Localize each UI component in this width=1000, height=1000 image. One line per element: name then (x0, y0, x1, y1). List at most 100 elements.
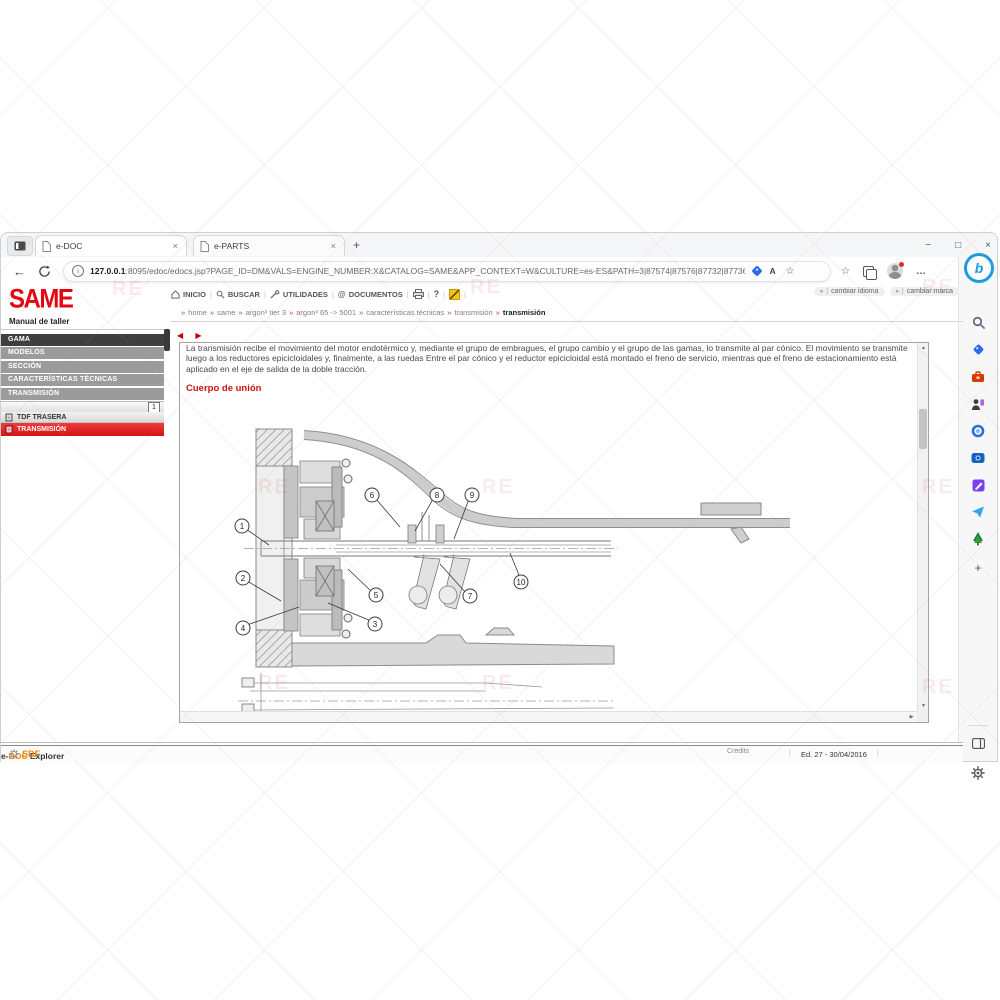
sidebar-tree-icon[interactable] (970, 531, 986, 547)
vertical-scrollbar[interactable]: ▲ ▼ (917, 343, 928, 711)
sidebar-item-seccion[interactable]: SECCIÓN (1, 361, 164, 373)
favorites-icon[interactable]: ☆ (841, 266, 850, 277)
url-path: :8095/edoc/edocs.jsp?PAGE_ID=DM&VALS=ENG… (125, 266, 745, 276)
nav-separator: | (464, 290, 466, 299)
sidebar-capture-icon[interactable] (970, 450, 986, 466)
sidebar-settings-gear-icon[interactable] (970, 765, 986, 781)
bing-chat-icon[interactable]: b (964, 253, 994, 283)
breadcrumb-sep: » (238, 308, 242, 317)
page-icon (200, 241, 209, 252)
change-language-label: cambiar idioma (831, 288, 878, 295)
nav-label: BUSCAR (228, 290, 260, 299)
breadcrumb-current: transmisión (503, 308, 546, 317)
help-icon[interactable]: ? (434, 289, 440, 299)
scrollbar-thumb[interactable] (919, 409, 927, 449)
tab-close-icon[interactable]: × (171, 241, 180, 251)
breadcrumb: » home » same » argon³ tier 3 » argon³ 6… (171, 303, 963, 322)
url-bar[interactable]: i 127.0.0.1 :8095/edoc/edocs.jsp?PAGE_ID… (63, 261, 831, 282)
tab-close-icon[interactable]: × (329, 241, 338, 251)
sidebar-panel-icon[interactable] (970, 735, 986, 751)
close-button[interactable]: × (985, 240, 991, 251)
sidebar-shopping-icon[interactable] (970, 341, 986, 357)
read-aloud-icon[interactable]: A (769, 266, 775, 276)
divider: | (902, 288, 904, 295)
arrow-icon: » (896, 289, 899, 295)
change-brand-button[interactable]: » | cambiar marca (890, 287, 959, 296)
sidebar-item-gama[interactable]: GAMA (1, 334, 164, 346)
footer-divider: | (789, 750, 791, 757)
toolbar-buttons: ☆ … (841, 263, 927, 279)
sidebar-collapse-handle[interactable] (164, 329, 170, 351)
notes-icon[interactable] (449, 289, 460, 300)
minimize-button[interactable]: − (925, 240, 931, 251)
breadcrumb-group[interactable]: transmisión (454, 308, 492, 317)
change-language-button[interactable]: » | cambiar idioma (814, 287, 885, 296)
document-frame: La transmisión recibe el movimiento del … (179, 342, 929, 723)
callout-9: 9 (470, 491, 475, 500)
sdf-gear-icon (9, 749, 19, 759)
shopping-tag-icon[interactable] (752, 265, 763, 276)
breadcrumb-model[interactable]: argon³ tier 3 (246, 308, 286, 317)
maximize-button[interactable]: □ (955, 240, 961, 251)
sdf-label: SDF (22, 749, 40, 759)
sidebar-designer-icon[interactable] (970, 477, 986, 493)
document-pager: ◀ ▶ (177, 331, 207, 340)
refresh-button[interactable] (38, 265, 51, 278)
settings-more-icon[interactable]: … (916, 266, 927, 277)
callout-5: 5 (374, 591, 379, 600)
site-info-icon[interactable]: i (72, 265, 84, 277)
breadcrumb-sep: » (210, 308, 214, 317)
nav-documentos[interactable]: @ DOCUMENTOS (338, 290, 403, 299)
sidebar-m365-icon[interactable] (970, 396, 986, 412)
sidebar-item-modelos[interactable]: MODELOS (1, 347, 164, 359)
tab-edoc[interactable]: e-DOC × (35, 235, 187, 256)
nav-inicio[interactable]: INICIO (171, 290, 206, 299)
sidebar-tools-icon[interactable] (970, 369, 986, 385)
tab-actions-button[interactable] (7, 236, 33, 256)
profile-avatar[interactable] (887, 263, 903, 279)
sidebar-add-icon[interactable]: + (970, 560, 986, 576)
sidebar-drop-icon[interactable] (970, 504, 986, 520)
back-button[interactable]: ← (13, 264, 26, 279)
scroll-right-arrow[interactable]: ▶ (906, 712, 917, 722)
same-logo: SAME (9, 284, 72, 315)
breadcrumb-same[interactable]: same (217, 308, 235, 317)
footer-divider: | (877, 750, 879, 757)
document-paragraph: La transmisión recibe el movimiento del … (180, 342, 928, 374)
app-footer: SDF Credits | Ed. 27 - 30/04/2016 | e-DO… (1, 745, 963, 764)
nav-separator: | (407, 290, 409, 299)
callout-3: 3 (373, 620, 378, 629)
add-favorite-star-icon[interactable]: ☆ (786, 266, 795, 277)
new-tab-button[interactable]: + (353, 238, 360, 252)
sidebar-item-transmision[interactable]: TRANSMISIÓN (1, 388, 164, 400)
sidebar-item-caracteristicas[interactable]: CARACTERÍSTICAS TÉCNICAS (1, 374, 164, 386)
sidebar-search-icon[interactable] (970, 314, 986, 330)
app-nav-bar: INICIO | BUSCAR | UTILIDADES | @ DOCUMEN… (171, 285, 963, 303)
doc-item-label: TRANSMISIÓN (17, 426, 66, 433)
nav-utilidades[interactable]: UTILIDADES (270, 290, 328, 299)
tab-strip: e-DOC × e-PARTS × + − □ × (1, 233, 997, 257)
scroll-up-arrow[interactable]: ▲ (918, 343, 929, 353)
next-page-arrow[interactable]: ▶ (195, 331, 206, 340)
breadcrumb-serial[interactable]: argon³ 65 -> 5001 (296, 308, 356, 317)
address-bar-row: ← i 127.0.0.1 :8095/edoc/edocs.jsp?PAGE_… (1, 257, 959, 285)
document-heading: Cuerpo de unión (186, 383, 928, 394)
scroll-down-arrow[interactable]: ▼ (918, 701, 929, 711)
sidebar-loop-icon[interactable] (970, 423, 986, 439)
credits-link[interactable]: Credits (727, 748, 749, 755)
nav-buscar[interactable]: BUSCAR (216, 290, 260, 299)
collections-icon[interactable] (863, 266, 874, 277)
doc-item-transmision-active[interactable]: TRANSMISIÓN (1, 423, 164, 436)
horizontal-scrollbar[interactable]: ▶ (180, 711, 917, 722)
callout-4: 4 (241, 624, 246, 633)
sdf-logo: SDF (9, 749, 40, 759)
tab-eparts[interactable]: e-PARTS × (193, 235, 345, 256)
prev-page-arrow[interactable]: ◀ (177, 331, 188, 340)
print-icon[interactable] (413, 289, 424, 299)
tab-title: e-PARTS (214, 241, 329, 251)
breadcrumb-section[interactable]: características técnicas (366, 308, 444, 317)
breadcrumb-home[interactable]: home (188, 308, 207, 317)
doc-item-tdf-trasera[interactable]: TDF TRASERA (1, 412, 164, 423)
arrow-icon: » (820, 289, 823, 295)
edition-label: Ed. 27 - 30/04/2016 (801, 750, 867, 759)
